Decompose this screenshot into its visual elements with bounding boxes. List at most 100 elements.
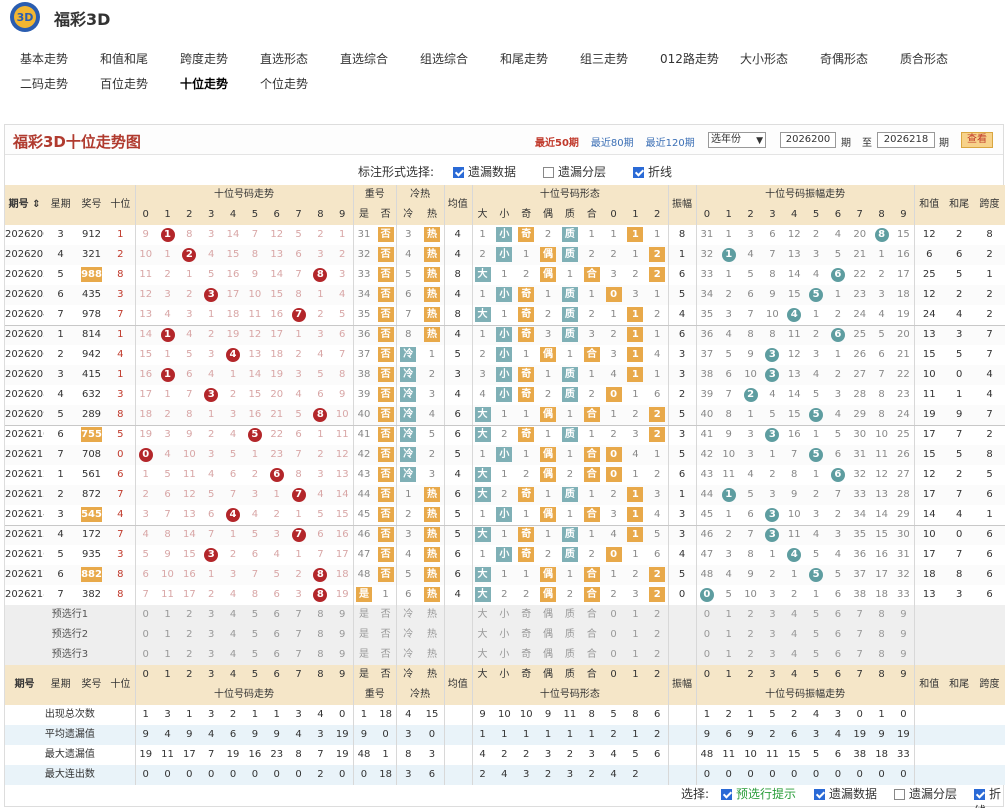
checkbox-icon[interactable] <box>721 789 732 800</box>
row-cell: 5 <box>105 425 135 445</box>
nav-item[interactable]: 质合形态 <box>892 50 972 67</box>
trend-cell: 8 <box>309 565 332 585</box>
shape-cell: 1 <box>493 525 516 545</box>
checkbox-icon[interactable] <box>453 167 464 178</box>
panel-header: 福彩3D十位走势图 最近50期 最近80期 最近120期 选年份 2026200 期… <box>5 125 1003 155</box>
footer-checkbox[interactable]: 遗漏分层 <box>894 785 957 802</box>
pre-cell: 质 <box>558 645 581 665</box>
amp-trend-cell: 3 <box>805 345 827 365</box>
trend-cell: 15 <box>178 545 201 565</box>
pre-cell: 8 <box>309 605 332 625</box>
option-checkbox[interactable]: 折线 <box>633 163 672 180</box>
year-select[interactable]: 选年份 <box>708 132 766 148</box>
period-link[interactable]: 最近80期 <box>591 138 634 149</box>
trend-cell: 7 <box>287 305 310 325</box>
trend-cell: 11 <box>156 585 179 605</box>
shape-cell: 1 <box>493 565 516 585</box>
trend-cell: 2 <box>309 225 332 245</box>
footer-checkbox[interactable]: 预选行提示 <box>721 785 796 802</box>
stat-cell: 19 <box>222 745 244 765</box>
trend-cell: 7 <box>243 225 266 245</box>
row-cell: 882 <box>77 565 106 585</box>
row-cell: 382 <box>77 585 106 605</box>
trend-ball: 1 <box>160 368 175 382</box>
re-box: 热 <box>423 487 440 502</box>
footer-options: 选择: 预选行提示 遗漏数据 遗漏分层 折线 <box>5 777 1005 808</box>
option-checkbox[interactable]: 遗漏数据 <box>453 163 516 180</box>
road-cell: 1 <box>624 365 647 385</box>
nav-item[interactable]: 和值和尾 <box>92 50 172 67</box>
chong-cell: 47 <box>353 545 375 565</box>
shape-cell: 1 <box>493 305 516 325</box>
amp-trend-cell: 15 <box>870 525 893 545</box>
amp-trend-cell: 26 <box>848 345 871 365</box>
pre-cell: 否 <box>374 645 397 665</box>
footer-checkbox[interactable]: 折线 <box>974 785 1005 808</box>
nav-item[interactable]: 012路走势 <box>652 50 732 67</box>
amp-trend-cell: 19 <box>892 305 915 325</box>
trend-cell: 19 <box>222 325 244 345</box>
stat-label: 平均遗漏值 <box>5 725 135 745</box>
amp-trend-cell: 4 <box>717 565 740 585</box>
col-header-trend: 十位号码走势 <box>134 685 354 705</box>
checkbox-icon[interactable] <box>543 167 554 178</box>
option-checkbox[interactable]: 遗漏分层 <box>543 163 606 180</box>
trend-cell: 2 <box>178 285 201 305</box>
nav-item[interactable]: 大小形态 <box>732 50 812 67</box>
period-link[interactable]: 最近50期 <box>535 138 579 149</box>
road-box: 1 <box>627 307 644 322</box>
amp-cell: 3 <box>668 365 696 385</box>
nav-item[interactable]: 跨度走势 <box>172 50 252 67</box>
nav-item[interactable]: 个位走势 <box>252 75 332 92</box>
row-cell: 415 <box>77 365 106 385</box>
shape-cell: 1 <box>515 405 538 425</box>
sum-cell: 0 <box>944 525 975 545</box>
checkbox-icon[interactable] <box>974 789 985 800</box>
lengre-cell: 冷 <box>396 385 421 405</box>
checkbox-icon[interactable] <box>894 789 905 800</box>
amp-trend-cell: 32 <box>695 245 718 265</box>
trend-ball: 1 <box>160 228 175 242</box>
nav-item[interactable]: 直选综合 <box>332 50 412 67</box>
nav-item[interactable]: 直选形态 <box>252 50 332 67</box>
period-link[interactable]: 最近120期 <box>646 138 695 149</box>
stat-cell: 0 <box>374 725 397 745</box>
pre-cell: 2 <box>739 625 762 645</box>
nav-item[interactable]: 组选综合 <box>412 50 492 67</box>
query-button[interactable]: 查看 <box>961 132 993 148</box>
pre-cell: 5 <box>805 645 827 665</box>
shape-cell: 奇 <box>515 385 538 405</box>
trend-cell: 10 <box>178 445 201 465</box>
amp-trend-cell: 38 <box>695 365 718 385</box>
nav-item[interactable]: 百位走势 <box>92 75 172 92</box>
start-period-input[interactable]: 2026200 <box>780 132 836 148</box>
shape-cell: 大 <box>471 425 494 445</box>
sum-cell: 6 <box>974 545 1005 565</box>
road-cell: 1 <box>602 405 625 425</box>
footer-checkbox[interactable]: 遗漏数据 <box>814 785 877 802</box>
shape-box: 小 <box>496 227 513 242</box>
nav-item[interactable]: 和尾走势 <box>492 50 572 67</box>
end-period-input[interactable]: 2026218 <box>877 132 935 148</box>
shape-cell: 小 <box>493 225 516 245</box>
nav-item[interactable]: 基本走势 <box>12 50 92 67</box>
nav-item[interactable]: 二码走势 <box>12 75 92 92</box>
trend-cell: 13 <box>134 305 157 325</box>
stat-cell: 1 <box>493 725 516 745</box>
pre-cell: 偶 <box>537 605 559 625</box>
trend-cell: 23 <box>265 445 288 465</box>
nav-item[interactable]: 组三走势 <box>572 50 652 67</box>
road-cell: 2 <box>646 585 669 605</box>
period-links: 最近50期 最近80期 最近120期 <box>535 134 707 149</box>
sum-cell: 7 <box>944 485 975 505</box>
checkbox-icon[interactable] <box>633 167 644 178</box>
trend-ball: 6 <box>269 468 284 482</box>
nav-item[interactable]: 奇偶形态 <box>812 50 892 67</box>
nav-item[interactable]: 十位走势 <box>172 75 252 92</box>
checkbox-icon[interactable] <box>814 789 825 800</box>
sum-cell: 6 <box>914 245 945 265</box>
amp-ball: 5 <box>809 568 824 582</box>
road-box: 2 <box>649 587 666 602</box>
shape-header: 偶 <box>537 665 559 685</box>
chong-cell: 否 <box>374 465 397 485</box>
